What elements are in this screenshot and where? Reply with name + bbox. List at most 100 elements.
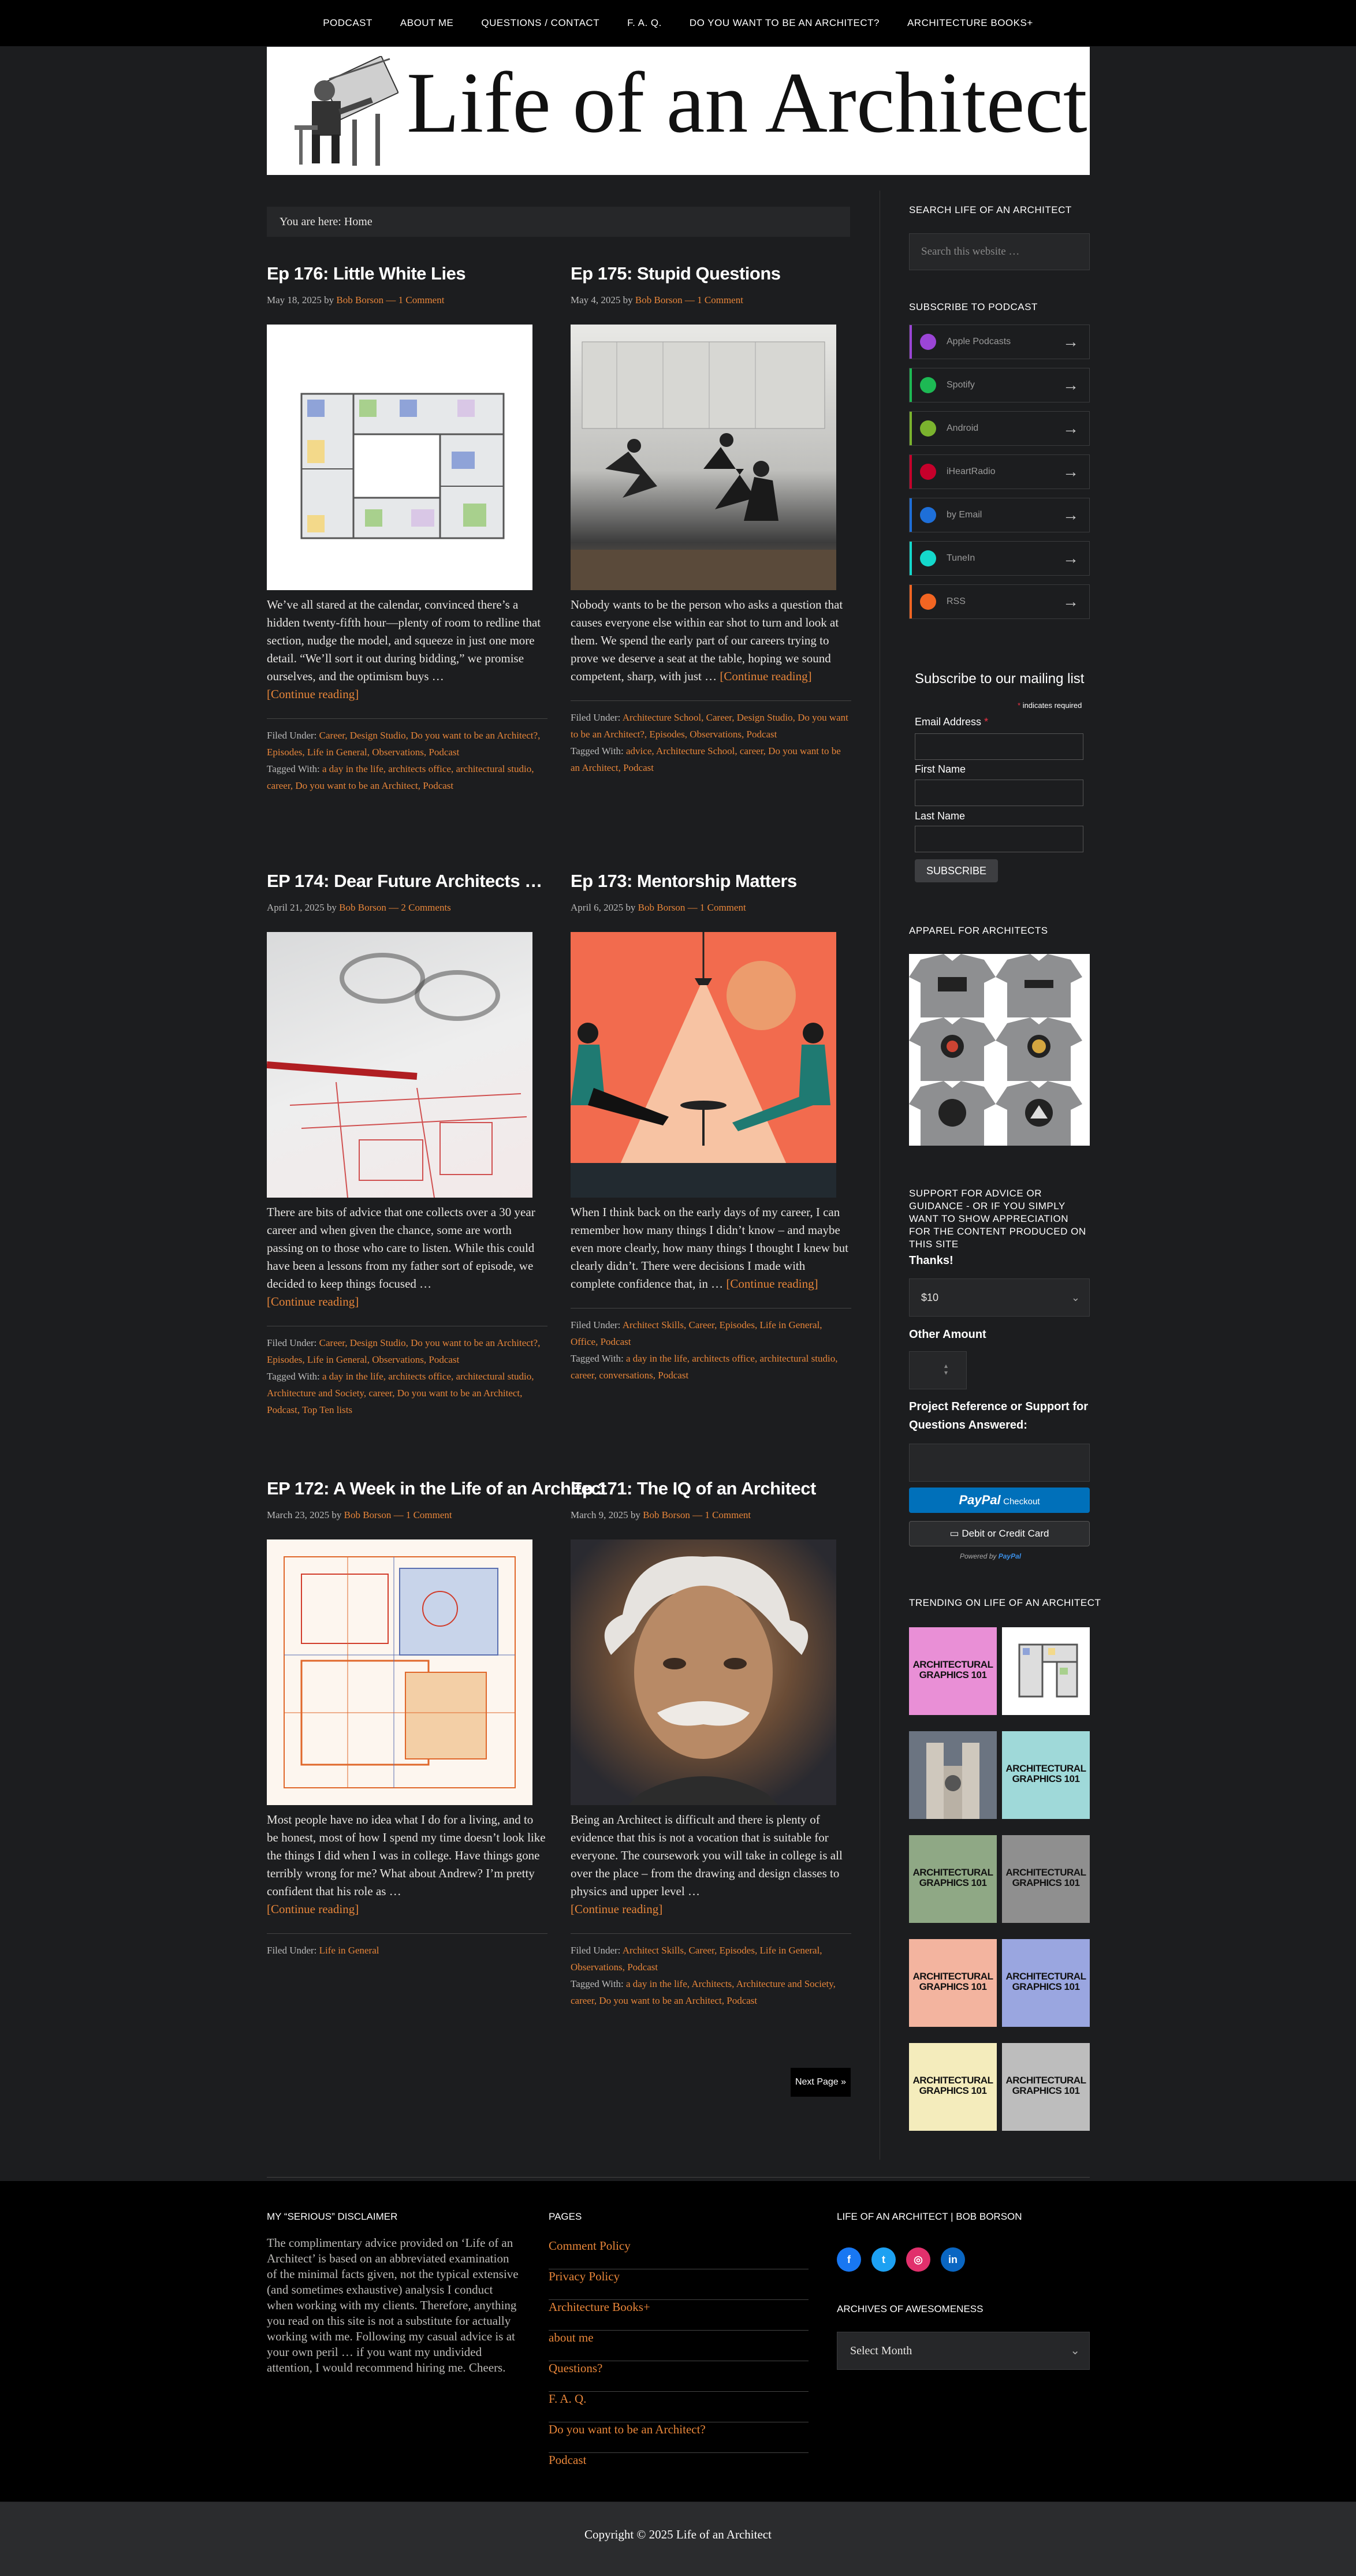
post-comments-link[interactable]: 1 Comment [705,1509,751,1520]
footer-page-link[interactable]: Questions? [549,2361,809,2392]
podcast-platform-icon [920,464,936,480]
trending-post-thumbnail[interactable]: ARCHITECTURAL GRAPHICS 101 [909,2043,997,2131]
post-title[interactable]: EP 172: A Week in the Life of an Archite… [267,1478,606,1499]
post-thumbnail-glasses-and-drawings[interactable] [267,932,532,1198]
footer-page-link[interactable]: Comment Policy [549,2239,809,2269]
post-author-link[interactable]: Bob Borson [336,294,383,305]
continue-reading-link[interactable]: [Continue reading] [571,1902,662,1916]
post-author-link[interactable]: Bob Borson [635,294,683,305]
post-comments-link[interactable]: 1 Comment [700,902,746,913]
tshirts-grid-image [909,954,1082,1146]
post-title[interactable]: Ep 176: Little White Lies [267,263,547,284]
apparel-image[interactable] [909,954,1090,1146]
trending-post-thumbnail[interactable]: ARCHITECTURAL GRAPHICS 101 [909,1835,997,1923]
continue-reading-link[interactable]: [Continue reading] [267,1902,359,1916]
post-comments-link[interactable]: 1 Comment [398,294,445,305]
trending-post-thumbnail[interactable]: ARCHITECTURAL GRAPHICS 101 [1002,1835,1090,1923]
twitter-icon[interactable]: t [871,2247,896,2272]
other-amount-input[interactable]: ▴ ▾ [909,1351,967,1389]
trending-post-thumbnail[interactable]: ARCHITECTURAL GRAPHICS 101 [1002,1939,1090,2027]
project-reference-input[interactable] [909,1444,1090,1482]
footer-page-link[interactable]: F. A. Q. [549,2392,809,2422]
instagram-icon[interactable]: ◎ [906,2247,930,2272]
footer-page-link[interactable]: Privacy Policy [549,2269,809,2300]
divider [571,1933,851,1934]
post-thumbnail-studio-jumping-figures[interactable] [571,325,836,590]
thanks-amount-select[interactable]: $10 ⌄ [909,1278,1090,1317]
post-title[interactable]: Ep 171: The IQ of an Architect [571,1478,851,1499]
post-comments-link[interactable]: 1 Comment [697,294,743,305]
filed-label: Filed Under: [571,1945,621,1956]
archives-select-value: Select Month [850,2344,912,2357]
trending-post-thumbnail[interactable]: ARCHITECTURAL GRAPHICS 101 [1002,2043,1090,2131]
nav-faq[interactable]: F. A. Q. [613,17,676,29]
trending-post-thumbnail[interactable] [909,1731,997,1819]
disclaimer-heading: MY “SERIOUS” DISCLAIMER [267,2211,398,2222]
podcast-label: Android [947,423,979,433]
continue-reading-link[interactable]: [Continue reading] [267,687,359,701]
post-thumbnail-red-blue-plans[interactable] [267,1539,532,1805]
post-author-link[interactable]: Bob Borson [638,902,686,913]
footer-page-link[interactable]: about me [549,2331,809,2361]
post-comments-link[interactable]: 2 Comments [401,902,450,913]
paypal-checkout-button[interactable]: PayPal Checkout [909,1488,1090,1513]
meta-dash: — [386,294,396,305]
post-author-link[interactable]: Bob Borson [344,1509,392,1520]
post-excerpt: Nobody wants to be the person who asks a… [571,596,851,685]
post-thumbnail-floor-plan[interactable] [267,325,532,590]
other-amount-label: Other Amount [909,1328,986,1341]
last-name-field[interactable] [915,826,1083,852]
post-by: by [331,1509,342,1520]
footer-page-link[interactable]: Podcast [549,2453,809,2484]
continue-reading-link[interactable]: [Continue reading] [267,1295,359,1308]
accent-bar [910,542,912,575]
continue-reading-link[interactable]: [Continue reading] [726,1277,818,1291]
search-input[interactable]: Search this website … [909,233,1090,270]
trending-post-thumbnail[interactable]: ARCHITECTURAL GRAPHICS 101 [1002,1731,1090,1819]
podcast-subscribe-button[interactable]: by Email → [909,498,1090,532]
filed-label: Filed Under: [571,1319,621,1330]
next-page-button[interactable]: Next Page » [791,2068,851,2097]
post-thumbnail-old-man-portrait[interactable] [571,1539,836,1805]
footer-page-link[interactable]: Do you want to be an Architect? [549,2422,809,2453]
first-name-field[interactable] [915,780,1083,806]
post-thumbnail-mentorship-illustration[interactable] [571,932,836,1198]
archives-select[interactable]: Select Month ⌄ [837,2332,1090,2370]
linkedin-icon[interactable]: in [941,2247,965,2272]
subscribe-button[interactable]: Subscribe [915,859,998,882]
post-comments-link[interactable]: 1 Comment [406,1509,452,1520]
debit-credit-card-button[interactable]: ▭ Debit or Credit Card [909,1521,1090,1546]
chevron-down-icon: ⌄ [1071,1292,1080,1303]
divider [571,700,851,701]
post-title[interactable]: Ep 173: Mentorship Matters [571,871,851,892]
podcast-subscribe-button[interactable]: Apple Podcasts → [909,325,1090,359]
email-field[interactable] [915,733,1083,760]
post-author-link[interactable]: Bob Borson [339,902,386,913]
podcast-subscribe-button[interactable]: TuneIn → [909,541,1090,576]
nav-architecture-books[interactable]: ARCHITECTURE BOOKS+ [893,17,1047,29]
number-stepper-icon[interactable]: ▴ ▾ [944,1362,948,1376]
trending-post-thumbnail[interactable]: ARCHITECTURAL GRAPHICS 101 [909,1627,997,1715]
nav-do-you-want-to-be-an-architect[interactable]: DO YOU WANT TO BE AN ARCHITECT? [676,17,893,29]
meta-dash: — [389,902,399,913]
post-author-link[interactable]: Bob Borson [643,1509,690,1520]
nav-questions-contact[interactable]: QUESTIONS / CONTACT [467,17,613,29]
podcast-subscribe-button[interactable]: RSS → [909,584,1090,619]
nav-about-me[interactable]: ABOUT ME [386,17,467,29]
nav-podcast[interactable]: PODCAST [309,17,386,29]
podcast-subscribe-button[interactable]: Android → [909,411,1090,446]
arrow-right-icon: → [1063,419,1079,437]
footer-page-link[interactable]: Architecture Books+ [549,2300,809,2331]
site-header-banner[interactable]: Life of an Architect [267,47,1090,175]
continue-reading-link[interactable]: [Continue reading] [720,669,811,683]
trending-post-thumbnail[interactable] [1002,1627,1090,1715]
trending-post-thumbnail[interactable]: ARCHITECTURAL GRAPHICS 101 [909,1939,997,2027]
facebook-icon[interactable]: f [837,2247,861,2272]
podcast-subscribe-button[interactable]: Spotify → [909,368,1090,402]
cathedral-thumbnail [909,1731,997,1819]
filed-categories-links[interactable]: Life in General [319,1945,379,1956]
post-title[interactable]: Ep 175: Stupid Questions [571,263,851,284]
podcast-subscribe-button[interactable]: iHeartRadio → [909,454,1090,489]
post-title[interactable]: EP 174: Dear Future Architects … [267,871,547,892]
podcast-label: RSS [947,597,966,606]
